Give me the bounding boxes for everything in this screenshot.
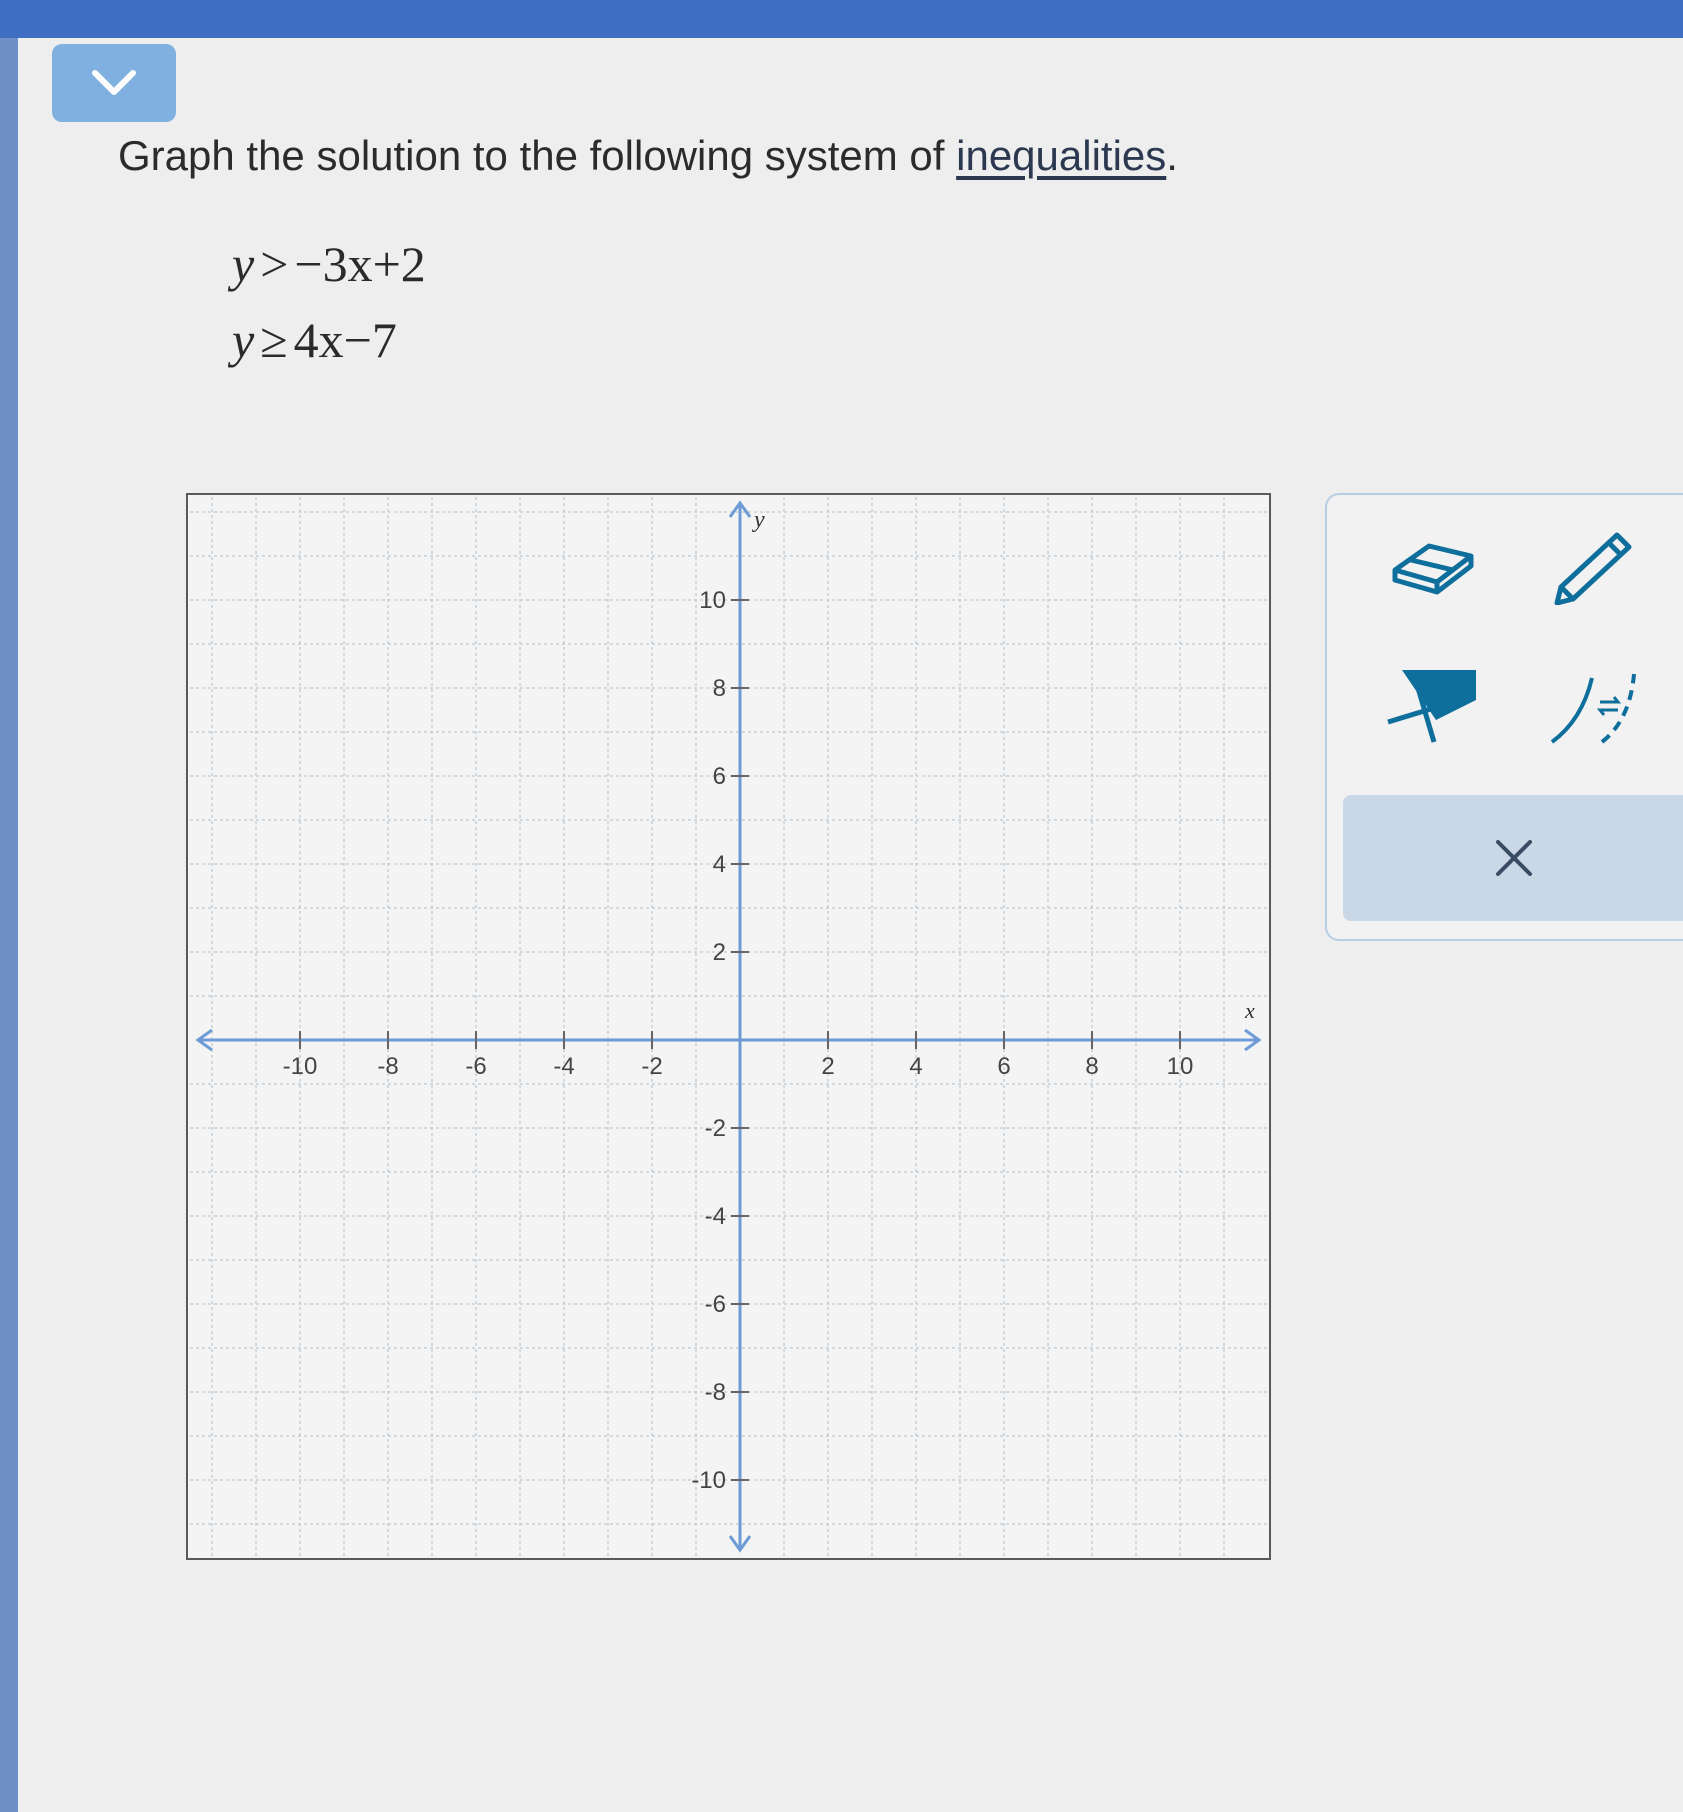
prompt-text: Graph the solution to the following syst… (118, 132, 957, 179)
graph-tools-panel (1325, 493, 1683, 941)
solid-dashed-toggle-button[interactable] (1537, 655, 1647, 755)
y-tick-label: -4 (705, 1203, 726, 1230)
chevron-down-icon (92, 70, 136, 95)
y-tick-label: 10 (699, 587, 726, 614)
close-icon (1496, 840, 1532, 876)
y-tick-label: -8 (705, 1379, 726, 1406)
inequality-1: y > −3x+2 (232, 235, 426, 293)
y-tick-label: 2 (713, 939, 726, 966)
x-axis-label: x (1244, 998, 1255, 1023)
shade-region-icon (1387, 670, 1476, 743)
y-tick-label: 4 (713, 851, 726, 878)
eraser-button[interactable] (1377, 515, 1487, 615)
y-tick-label: -10 (691, 1467, 726, 1494)
prompt-period: . (1166, 132, 1178, 179)
coordinate-plane[interactable]: x y -10 -8 -6 -4 -2 2 4 6 8 10 10 8 6 4 2 -2 -4 -6 -8 -10 (188, 495, 1269, 1558)
x-tick-label: -6 (465, 1053, 486, 1080)
x-tick-label: 6 (997, 1053, 1010, 1080)
inequality-1-lhs: y (232, 236, 255, 292)
left-edge (0, 38, 18, 1812)
inequality-2: y ≥4x−7 (232, 311, 397, 369)
x-tick-label: -10 (283, 1053, 318, 1080)
pencil-button[interactable] (1537, 515, 1647, 615)
x-tick-label: -2 (641, 1053, 662, 1080)
y-tick-label: -6 (705, 1291, 726, 1318)
graph-area[interactable]: x y -10 -8 -6 -4 -2 2 4 6 8 10 10 8 6 4 2 -2 -4 -6 -8 -10 (186, 493, 1271, 1560)
question-prompt: Graph the solution to the following syst… (118, 132, 1178, 180)
pencil-icon (1554, 532, 1632, 605)
collapse-button[interactable] (52, 44, 176, 122)
y-tick-label: -2 (705, 1115, 726, 1142)
shade-region-button[interactable] (1377, 655, 1487, 755)
solid-dashed-toggle-icon (1550, 673, 1636, 744)
inequality-2-rhs: 4x−7 (293, 312, 397, 368)
x-tick-label: 8 (1085, 1053, 1098, 1080)
x-tick-label: -8 (377, 1053, 398, 1080)
y-axis-label: y (752, 507, 765, 533)
x-tick-label: 4 (909, 1053, 922, 1080)
eraser-icon (1392, 543, 1474, 595)
inequalities-link[interactable]: inequalities (956, 132, 1166, 179)
x-tick-label: 2 (821, 1053, 834, 1080)
inequality-1-operator: > (260, 236, 289, 292)
x-tick-label: 10 (1167, 1053, 1194, 1080)
y-tick-label: 8 (713, 675, 726, 702)
x-tick-label: -4 (553, 1053, 574, 1080)
clear-graph-button[interactable] (1343, 795, 1683, 921)
inequality-1-rhs: −3x+2 (294, 236, 426, 292)
inequality-2-lhs: y (232, 312, 255, 368)
y-tick-label: 6 (713, 763, 726, 790)
top-bar (0, 0, 1683, 38)
inequality-2-operator: ≥ (260, 312, 288, 368)
